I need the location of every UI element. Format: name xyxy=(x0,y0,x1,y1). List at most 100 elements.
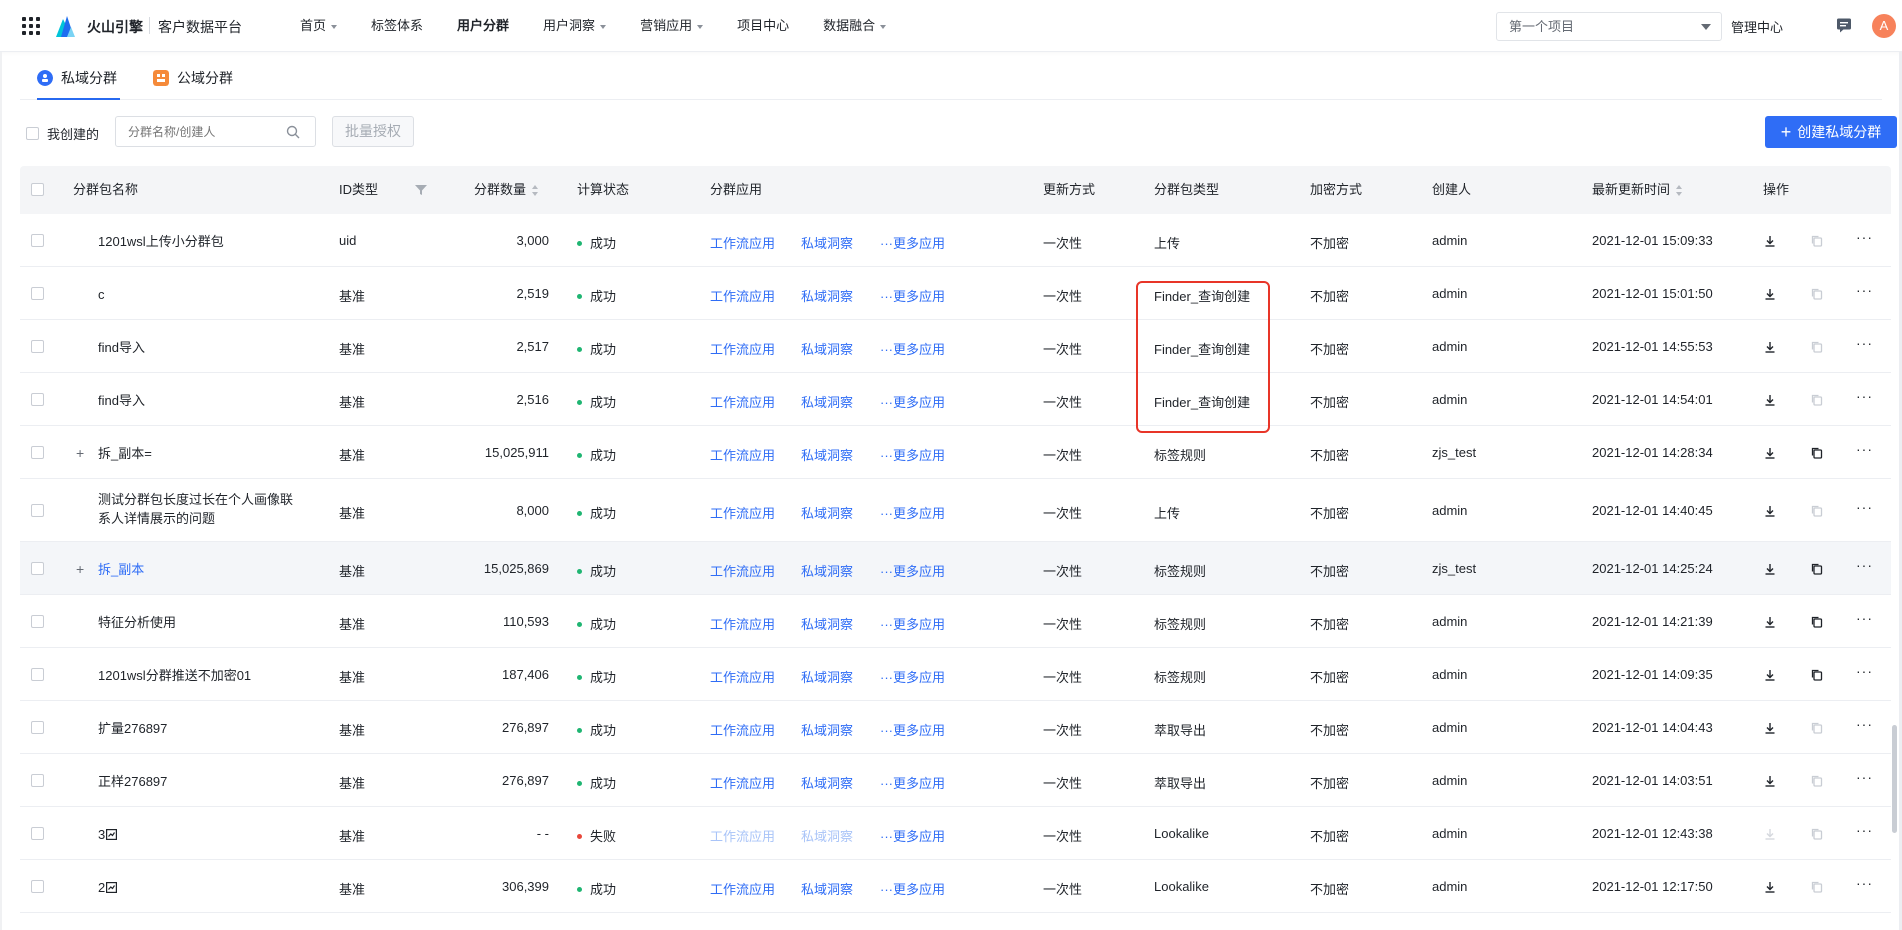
filter-icon[interactable] xyxy=(415,184,427,196)
workflow-app-link[interactable]: 工作流应用 xyxy=(710,561,775,580)
search-icon[interactable] xyxy=(286,125,300,139)
row-checkbox[interactable] xyxy=(31,880,44,893)
workflow-app-link[interactable]: 工作流应用 xyxy=(710,614,775,633)
more-actions-icon[interactable]: ··· xyxy=(1856,769,1873,785)
workflow-app-link[interactable]: 工作流应用 xyxy=(710,233,775,252)
nav-item-6[interactable]: 数据融合 xyxy=(823,0,887,52)
private-insight-link[interactable]: 私域洞察 xyxy=(801,614,853,633)
private-insight-link[interactable]: 私域洞察 xyxy=(801,392,853,411)
batch-authorize-button[interactable]: 批量授权 xyxy=(332,116,414,147)
more-actions-icon[interactable]: ··· xyxy=(1856,663,1873,679)
row-checkbox[interactable] xyxy=(31,774,44,787)
app-grid-icon[interactable] xyxy=(22,17,40,35)
table-row[interactable]: find导入 基准 2,517 成功 工作流应用 私域洞察 ···更多应用 一次性 Finder… xyxy=(20,320,1891,373)
expand-icon[interactable]: + xyxy=(76,446,84,460)
download-icon[interactable] xyxy=(1763,668,1777,682)
sort-icon[interactable] xyxy=(532,184,539,197)
more-apps-link[interactable]: ···更多应用 xyxy=(880,667,945,686)
workflow-app-link[interactable]: 工作流应用 xyxy=(710,503,775,522)
private-insight-link[interactable]: 私域洞察 xyxy=(801,720,853,739)
download-icon[interactable] xyxy=(1763,446,1777,460)
nav-item-4[interactable]: 营销应用 xyxy=(640,0,704,52)
row-checkbox[interactable] xyxy=(31,721,44,734)
message-icon[interactable] xyxy=(1836,17,1852,33)
row-checkbox[interactable] xyxy=(31,668,44,681)
more-actions-icon[interactable]: ··· xyxy=(1856,388,1873,404)
table-row[interactable]: + 拆_副本 基准 15,025,869 成功 工作流应用 私域洞察 ···更多应用 一次性 标签… xyxy=(20,542,1891,595)
more-actions-icon[interactable]: ··· xyxy=(1856,822,1873,838)
nav-item-0[interactable]: 首页 xyxy=(300,0,338,52)
table-row[interactable]: find导入 基准 2,516 成功 工作流应用 私域洞察 ···更多应用 一次性 Finder… xyxy=(20,373,1891,426)
private-insight-link[interactable]: 私域洞察 xyxy=(801,445,853,464)
project-select[interactable]: 第一个项目 xyxy=(1496,12,1722,41)
admin-center-link[interactable]: 管理中心 xyxy=(1731,17,1783,36)
tab-private-segment[interactable]: 私域分群 xyxy=(37,56,120,100)
more-actions-icon[interactable]: ··· xyxy=(1856,335,1873,351)
workflow-app-link[interactable]: 工作流应用 xyxy=(710,879,775,898)
copy-icon[interactable] xyxy=(1810,615,1824,629)
workflow-app-link[interactable]: 工作流应用 xyxy=(710,667,775,686)
more-apps-link[interactable]: ···更多应用 xyxy=(880,561,945,580)
checkbox-box[interactable] xyxy=(26,127,39,140)
more-apps-link[interactable]: ···更多应用 xyxy=(880,286,945,305)
column-time[interactable]: 最新更新时间 xyxy=(1592,166,1683,214)
row-checkbox[interactable] xyxy=(31,827,44,840)
download-icon[interactable] xyxy=(1763,234,1777,248)
private-insight-link[interactable]: 私域洞察 xyxy=(801,503,853,522)
download-icon[interactable] xyxy=(1763,504,1777,518)
table-row[interactable]: 扩量276897 基准 276,897 成功 工作流应用 私域洞察 ···更多应用 一次性 萃取… xyxy=(20,701,1891,754)
more-actions-icon[interactable]: ··· xyxy=(1856,441,1873,457)
download-icon[interactable] xyxy=(1763,562,1777,576)
more-actions-icon[interactable]: ··· xyxy=(1856,875,1873,891)
workflow-app-link[interactable]: 工作流应用 xyxy=(710,339,775,358)
table-row[interactable]: 特征分析使用 基准 110,593 成功 工作流应用 私域洞察 ···更多应用 一次性 标签规则… xyxy=(20,595,1891,648)
more-apps-link[interactable]: ···更多应用 xyxy=(880,773,945,792)
copy-icon[interactable] xyxy=(1810,446,1824,460)
table-row[interactable]: 测试分群包长度过长在个人画像联系人详情展示的问题 基准 8,000 成功 工作流应用 私域… xyxy=(20,479,1891,542)
more-apps-link[interactable]: ···更多应用 xyxy=(880,392,945,411)
tab-public-segment[interactable]: 公域分群 xyxy=(153,56,233,100)
row-checkbox[interactable] xyxy=(31,615,44,628)
private-insight-link[interactable]: 私域洞察 xyxy=(801,561,853,580)
more-apps-link[interactable]: ···更多应用 xyxy=(880,826,945,845)
more-apps-link[interactable]: ···更多应用 xyxy=(880,445,945,464)
copy-icon[interactable] xyxy=(1810,668,1824,682)
row-checkbox[interactable] xyxy=(31,234,44,247)
row-checkbox[interactable] xyxy=(31,504,44,517)
table-row[interactable]: 正样276897 基准 276,897 成功 工作流应用 私域洞察 ···更多应用 一次性 萃取… xyxy=(20,754,1891,807)
download-icon[interactable] xyxy=(1763,393,1777,407)
download-icon[interactable] xyxy=(1763,880,1777,894)
more-apps-link[interactable]: ···更多应用 xyxy=(880,614,945,633)
more-actions-icon[interactable]: ··· xyxy=(1856,557,1873,573)
download-icon[interactable] xyxy=(1763,774,1777,788)
workflow-app-link[interactable]: 工作流应用 xyxy=(710,720,775,739)
row-checkbox[interactable] xyxy=(31,446,44,459)
column-count[interactable]: 分群数量 xyxy=(474,166,539,214)
more-apps-link[interactable]: ···更多应用 xyxy=(880,233,945,252)
table-row[interactable]: 1201wsl上传小分群包 uid 3,000 成功 工作流应用 私域洞察 ···更多应用 一… xyxy=(20,214,1891,267)
nav-item-2[interactable]: 用户分群 xyxy=(457,0,509,52)
more-actions-icon[interactable]: ··· xyxy=(1856,610,1873,626)
download-icon[interactable] xyxy=(1763,721,1777,735)
scrollbar-thumb[interactable] xyxy=(1892,725,1897,833)
more-apps-link[interactable]: ···更多应用 xyxy=(880,720,945,739)
more-actions-icon[interactable]: ··· xyxy=(1856,282,1873,298)
download-icon[interactable] xyxy=(1763,340,1777,354)
user-avatar[interactable]: A xyxy=(1872,14,1896,38)
nav-item-1[interactable]: 标签体系 xyxy=(371,0,423,52)
private-insight-link[interactable]: 私域洞察 xyxy=(801,879,853,898)
row-checkbox[interactable] xyxy=(31,340,44,353)
more-apps-link[interactable]: ···更多应用 xyxy=(880,339,945,358)
create-private-segment-button[interactable]: + 创建私域分群 xyxy=(1765,116,1897,148)
table-row[interactable]: 1201wsl分群推送不加密01 基准 187,406 成功 工作流应用 私域洞察 ···更… xyxy=(20,648,1891,701)
copy-icon[interactable] xyxy=(1810,562,1824,576)
private-insight-link[interactable]: 私域洞察 xyxy=(801,773,853,792)
more-actions-icon[interactable]: ··· xyxy=(1856,499,1873,515)
expand-icon[interactable]: + xyxy=(76,562,84,576)
table-row[interactable]: + 拆_副本= 基准 15,025,911 成功 工作流应用 私域洞察 ···更多应用 一次性 标… xyxy=(20,426,1891,479)
nav-item-5[interactable]: 项目中心 xyxy=(737,0,789,52)
private-insight-link[interactable]: 私域洞察 xyxy=(801,339,853,358)
row-checkbox[interactable] xyxy=(31,287,44,300)
table-row[interactable]: 2 基准 306,399 成功 工作流应用 私域洞察 ···更多应用 一次性 Lookalike… xyxy=(20,860,1891,913)
workflow-app-link[interactable]: 工作流应用 xyxy=(710,773,775,792)
